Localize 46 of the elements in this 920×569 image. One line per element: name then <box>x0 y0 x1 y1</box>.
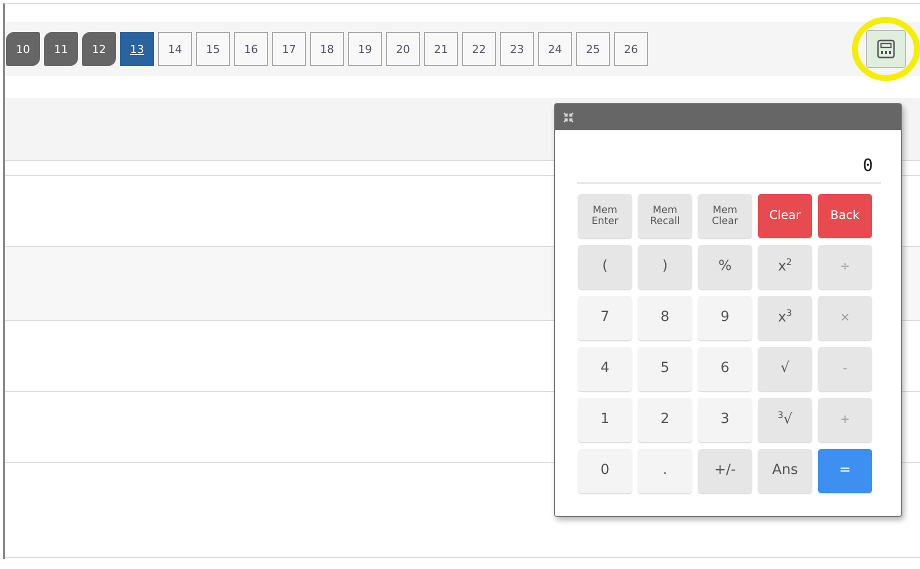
calculator-key[interactable]: % <box>698 245 752 289</box>
calculator-key[interactable]: √ <box>758 347 812 391</box>
page-button[interactable]: 17 <box>272 32 306 66</box>
page-button[interactable]: 22 <box>462 32 496 66</box>
page-button[interactable]: 15 <box>196 32 230 66</box>
display-value: 0 <box>577 156 881 184</box>
calculator-key[interactable]: Mem Recall <box>638 194 692 238</box>
calculator-key[interactable]: Back <box>818 194 872 238</box>
calculator-icon <box>876 39 896 59</box>
calculator-key[interactable]: 4 <box>578 347 632 391</box>
calculator-key[interactable]: 7 <box>578 296 632 340</box>
calculator-key[interactable]: ) <box>638 245 692 289</box>
page-button[interactable]: 18 <box>310 32 344 66</box>
calculator-key[interactable]: Mem Clear <box>698 194 752 238</box>
calculator-key[interactable]: 0 <box>578 449 632 493</box>
calculator-key[interactable]: 1 <box>578 398 632 442</box>
calculator-key[interactable]: 5 <box>638 347 692 391</box>
page-button[interactable]: 13 <box>120 32 154 66</box>
page-button[interactable]: 21 <box>424 32 458 66</box>
calculator-key[interactable]: . <box>638 449 692 493</box>
calculator-key[interactable]: Ans <box>758 449 812 493</box>
page-button[interactable]: 16 <box>234 32 268 66</box>
page-button[interactable]: 14 <box>158 32 192 66</box>
calculator-key[interactable]: $^{3}$√ <box>758 398 812 442</box>
calculator-key[interactable]: 6 <box>698 347 752 391</box>
calculator-key[interactable]: 3 <box>698 398 752 442</box>
calculator-key[interactable]: x$^{2}$ <box>758 245 812 289</box>
page-button[interactable]: 19 <box>348 32 382 66</box>
page-button[interactable]: 11 <box>44 32 78 66</box>
page-button[interactable]: 12 <box>82 32 116 66</box>
calculator-key[interactable]: x$^{3}$ <box>758 296 812 340</box>
page-button[interactable]: 26 <box>614 32 648 66</box>
calculator-key[interactable]: 9 <box>698 296 752 340</box>
calculator-key[interactable]: ( <box>578 245 632 289</box>
calculator-button[interactable] <box>866 30 906 68</box>
calculator-key[interactable]: +/- <box>698 449 752 493</box>
calculator-key[interactable]: Clear <box>758 194 812 238</box>
collapse-icon[interactable] <box>563 112 574 122</box>
page-button[interactable]: 25 <box>576 32 610 66</box>
calculator-key[interactable]: 8 <box>638 296 692 340</box>
calculator-key[interactable]: Mem Enter <box>578 194 632 238</box>
page-button[interactable]: 20 <box>386 32 420 66</box>
page-button[interactable]: 10 <box>6 32 40 66</box>
page-button[interactable]: 24 <box>538 32 572 66</box>
page-button[interactable]: 23 <box>500 32 534 66</box>
calculator-key[interactable]: 2 <box>638 398 692 442</box>
